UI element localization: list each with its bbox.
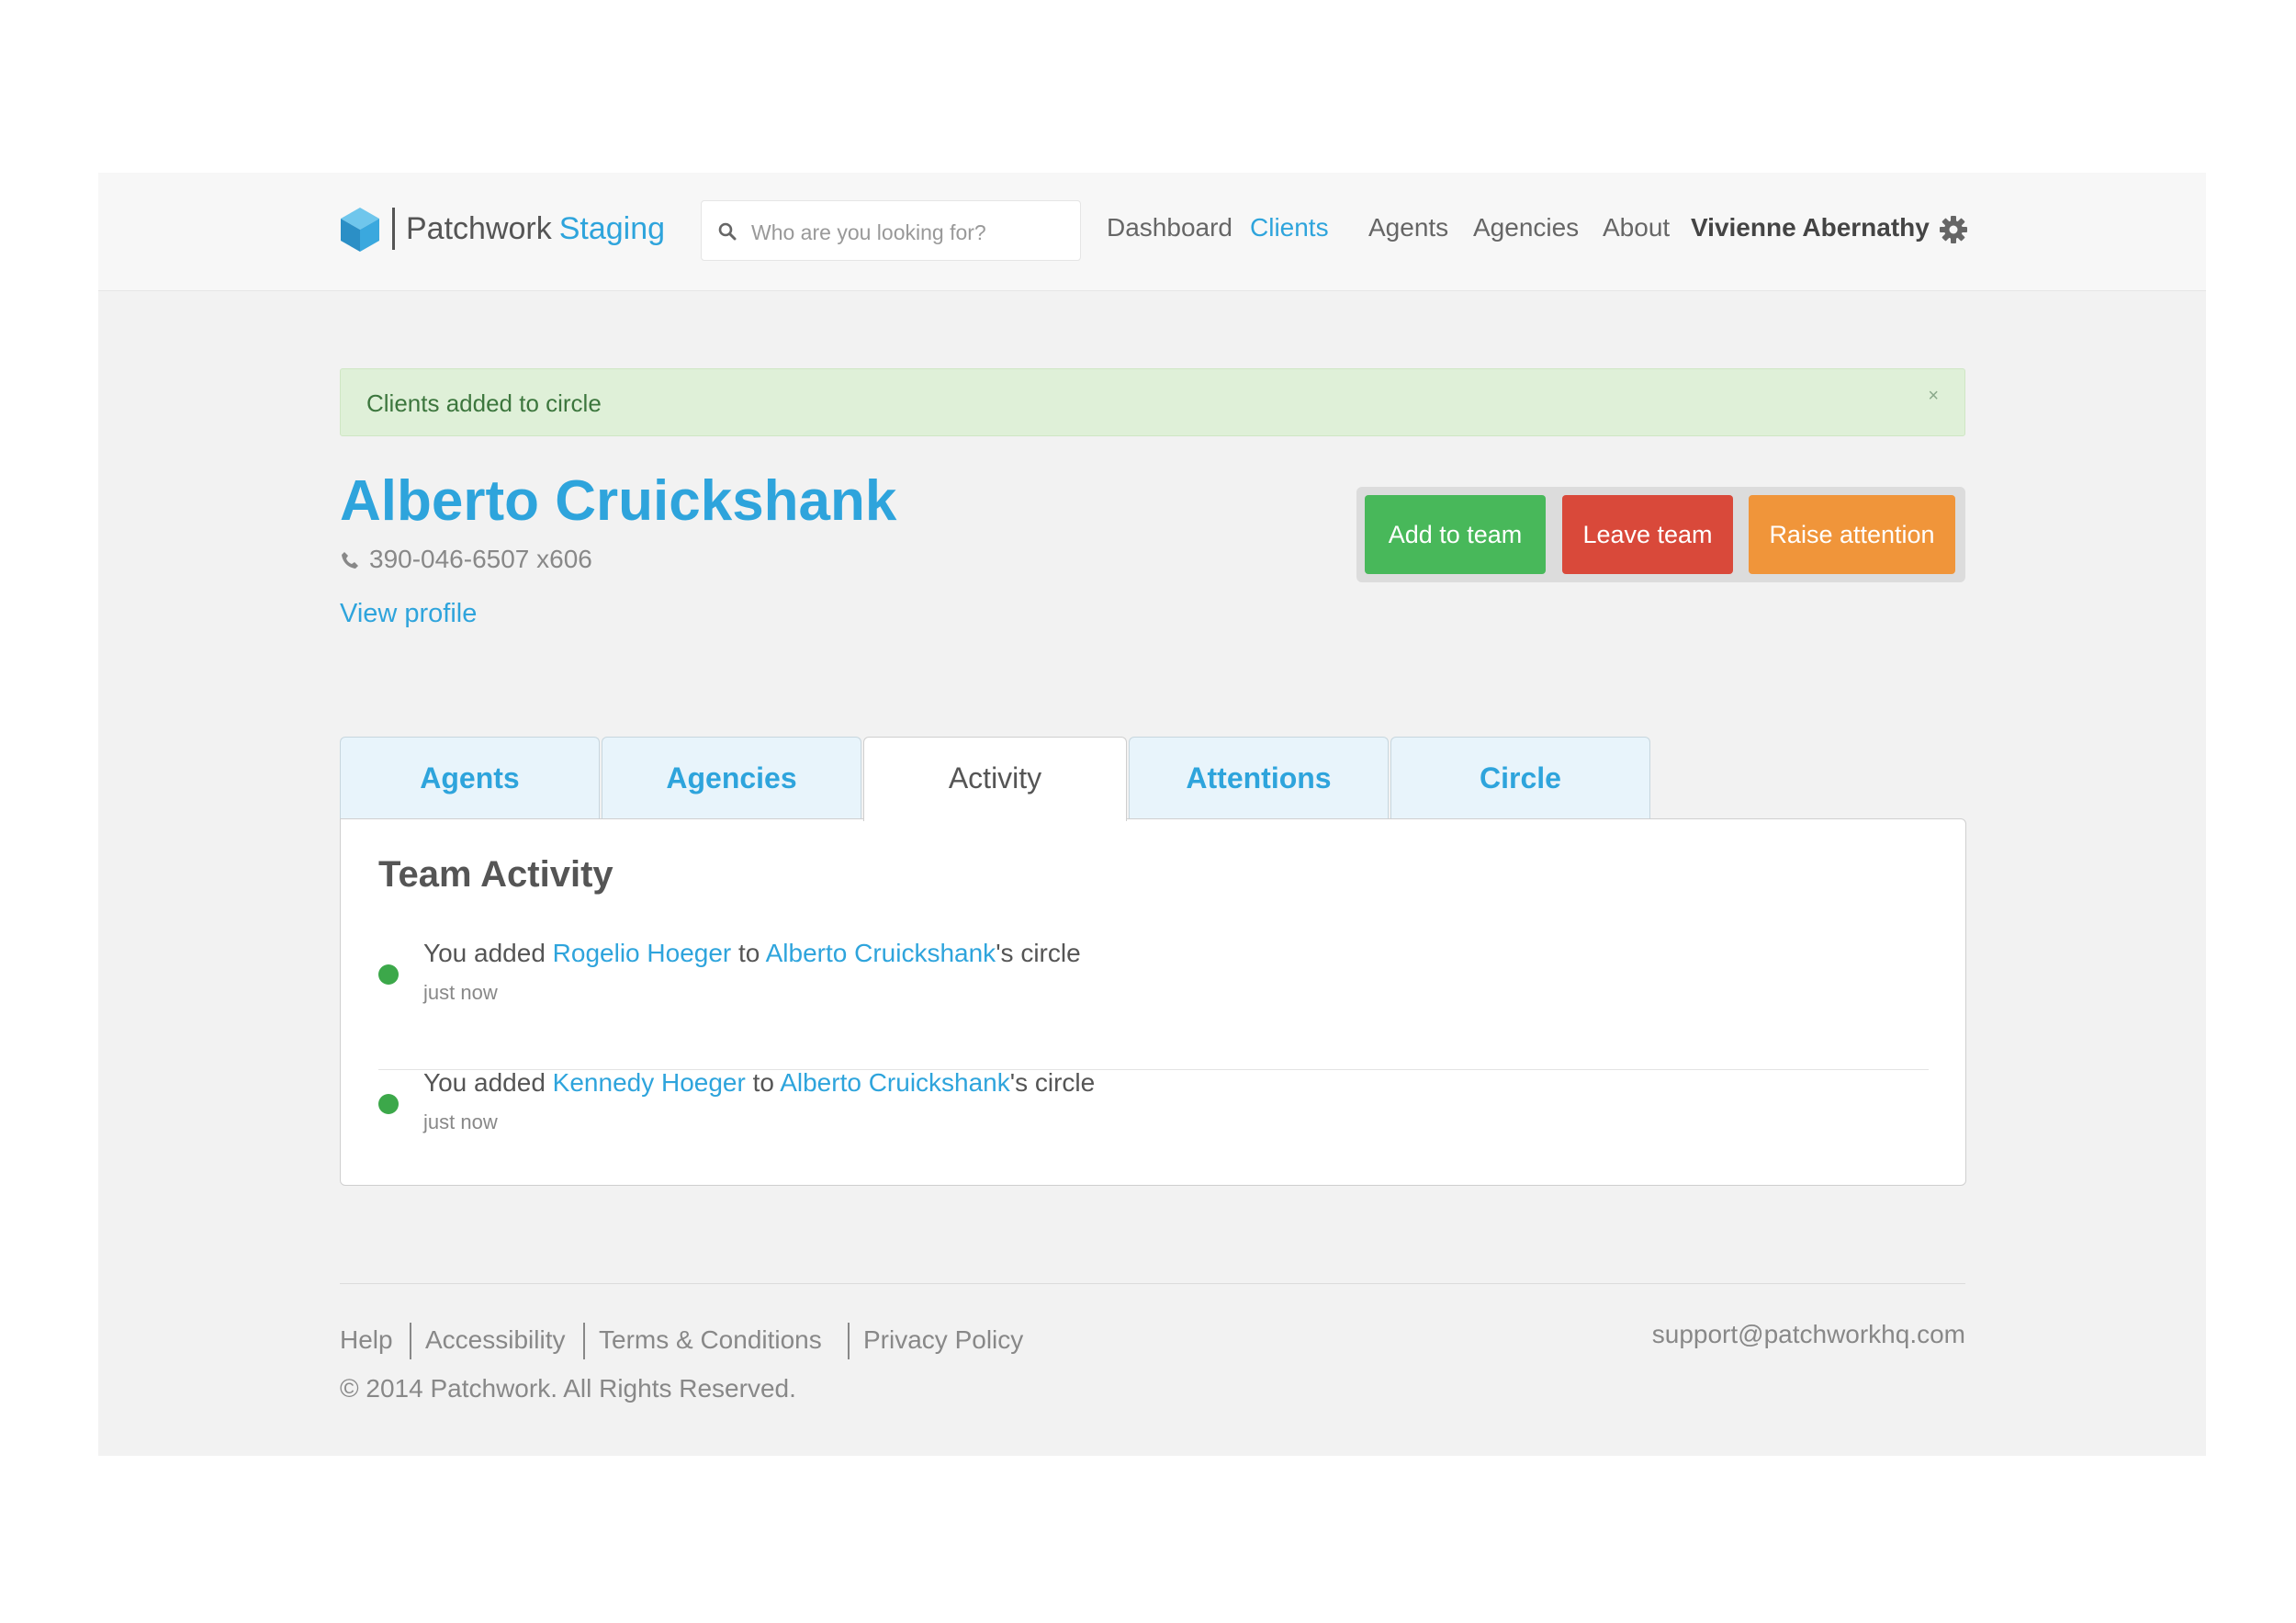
footer-privacy-link[interactable]: Privacy Policy xyxy=(863,1325,1023,1355)
activity-panel: Team Activity You added Rogelio Hoeger t… xyxy=(340,818,1966,1186)
status-dot-icon xyxy=(378,964,399,985)
copyright-text: © 2014 Patchwork. All Rights Reserved. xyxy=(340,1374,796,1403)
leave-team-button[interactable]: Leave team xyxy=(1562,495,1733,574)
nav-agencies[interactable]: Agencies xyxy=(1473,213,1579,242)
nav-clients[interactable]: Clients xyxy=(1250,213,1329,242)
environment-label: Staging xyxy=(558,211,666,246)
activity-item: You added Kennedy Hoeger to Alberto Crui… xyxy=(378,1063,1929,1173)
client-name: Alberto Cruickshank xyxy=(340,469,897,533)
tab-agents[interactable]: Agents xyxy=(340,737,600,819)
top-nav-bar: PatchworkStaging Dashboard Clients Agent… xyxy=(98,173,2206,291)
brand-name[interactable]: Patchwork Staging xyxy=(406,211,665,247)
client-phone: 390-046-6507 x606 xyxy=(340,545,592,574)
client-phone-number: 390-046-6507 x606 xyxy=(369,545,592,573)
search-box[interactable] xyxy=(701,200,1081,261)
activity-timestamp: just now xyxy=(423,981,498,1004)
view-profile-link[interactable]: View profile xyxy=(340,599,477,629)
raise-attention-button[interactable]: Raise attention xyxy=(1749,495,1955,574)
add-to-team-button[interactable]: Add to team xyxy=(1365,495,1546,574)
nav-dashboard[interactable]: Dashboard xyxy=(1107,213,1232,242)
tab-activity[interactable]: Activity xyxy=(863,737,1127,821)
nav-agents[interactable]: Agents xyxy=(1368,213,1448,242)
activity-text: You added Rogelio Hoeger to Alberto Crui… xyxy=(423,939,1081,968)
client-link[interactable]: Alberto Cruickshank xyxy=(780,1068,1010,1097)
success-alert: Clients added to circle × xyxy=(340,368,1965,436)
close-icon[interactable]: × xyxy=(1928,386,1939,407)
user-menu[interactable]: Vivienne Abernathy xyxy=(1691,213,1930,242)
footer-separator xyxy=(583,1323,585,1359)
alert-message: Clients added to circle xyxy=(366,389,602,417)
tab-circle[interactable]: Circle xyxy=(1390,737,1650,819)
activity-suffix: 's circle xyxy=(1009,1068,1096,1097)
client-actions: Add to team Leave team Raise attention xyxy=(1356,487,1965,582)
client-link[interactable]: Alberto Cruickshank xyxy=(766,939,996,967)
search-icon xyxy=(718,222,737,241)
tab-agencies[interactable]: Agencies xyxy=(602,737,861,819)
footer-help-link[interactable]: Help xyxy=(340,1325,393,1355)
status-dot-icon xyxy=(378,1094,399,1114)
tab-attentions[interactable]: Attentions xyxy=(1129,737,1389,819)
logo-divider xyxy=(392,208,395,250)
activity-prefix: You added xyxy=(423,939,553,967)
brand-title: Patchwork xyxy=(406,211,552,246)
footer-separator xyxy=(410,1323,411,1359)
footer-divider xyxy=(340,1283,1965,1284)
activity-item: You added Rogelio Hoeger to Alberto Crui… xyxy=(378,933,1929,1043)
cube-logo-icon[interactable] xyxy=(339,206,381,254)
nav-about[interactable]: About xyxy=(1603,213,1670,242)
activity-prefix: You added xyxy=(423,1068,553,1097)
activity-suffix: 's circle xyxy=(996,939,1081,967)
search-input[interactable] xyxy=(749,214,1065,251)
footer-terms-link[interactable]: Terms & Conditions xyxy=(599,1325,822,1355)
agent-link[interactable]: Kennedy Hoeger xyxy=(553,1068,746,1097)
activity-timestamp: just now xyxy=(423,1110,498,1133)
agent-link[interactable]: Rogelio Hoeger xyxy=(553,939,732,967)
panel-title: Team Activity xyxy=(378,854,613,895)
support-email-link[interactable]: support@patchworkhq.com xyxy=(1652,1320,1965,1349)
activity-text: You added Kennedy Hoeger to Alberto Crui… xyxy=(423,1068,1095,1098)
gear-icon[interactable] xyxy=(1939,215,1968,244)
footer-accessibility-link[interactable]: Accessibility xyxy=(425,1325,565,1355)
footer-separator xyxy=(848,1323,850,1359)
activity-middle: to xyxy=(745,1068,781,1097)
app-frame: PatchworkStaging Dashboard Clients Agent… xyxy=(98,173,2206,1456)
phone-icon xyxy=(342,552,358,569)
activity-middle: to xyxy=(731,939,766,967)
